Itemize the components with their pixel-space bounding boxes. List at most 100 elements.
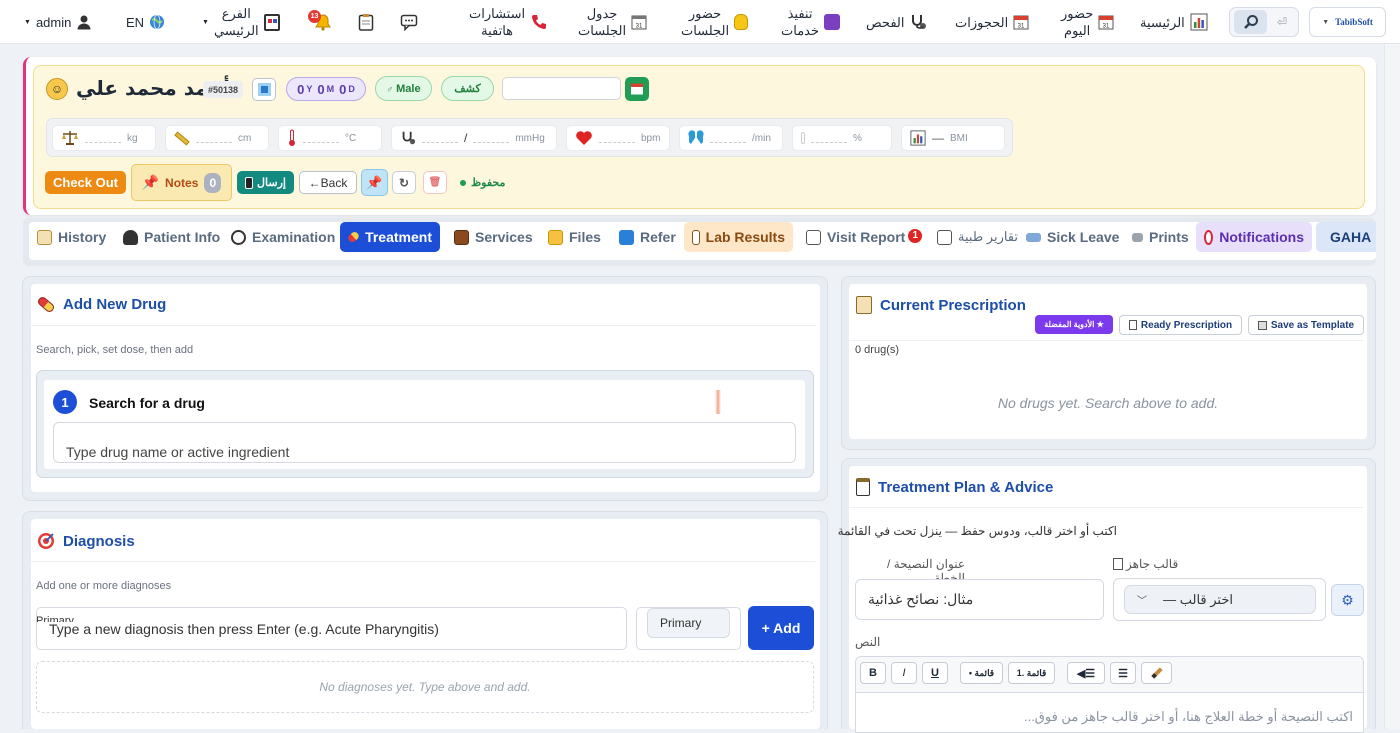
template-settings-button[interactable]: ⚙	[1331, 584, 1364, 616]
underline-button[interactable]: U	[922, 662, 948, 684]
sidebar-toggle-icon[interactable]: ⏎	[1272, 12, 1292, 32]
diagnosis-type-select[interactable]: Primary	[647, 608, 730, 638]
top-navbar: ▼ TabibSoft ⏎ الرئيسية حضور اليوم 31 الحج…	[0, 0, 1400, 44]
clear-format-button[interactable]	[1141, 662, 1172, 684]
refresh-button[interactable]: ↻	[392, 171, 416, 194]
nav-session-attendance[interactable]: حضور الجلسات	[681, 0, 749, 44]
tab-gaha[interactable]: GAHA	[1316, 222, 1376, 252]
tab-services[interactable]: Services	[446, 222, 541, 252]
numbered-list-button[interactable]: 1. قائمة	[1008, 662, 1055, 684]
tab-files[interactable]: Files	[540, 222, 609, 252]
search-button[interactable]	[1234, 10, 1267, 34]
tab-notifications[interactable]: Notifications	[1196, 222, 1312, 252]
calendar-button[interactable]	[625, 77, 649, 101]
nav-bookings[interactable]: الحجوزات 31	[955, 0, 1029, 44]
heart-icon	[576, 131, 592, 145]
template-select-value: — اختر قالب	[1163, 591, 1233, 607]
page-scrollbar[interactable]	[1384, 44, 1400, 729]
vital-respiration[interactable]: /min	[679, 125, 783, 151]
diagnosis-input[interactable]: Type a new diagnosis then press Enter (e…	[36, 607, 627, 650]
tab-refer-label: Refer	[640, 229, 676, 245]
diagnosis-title: Diagnosis	[37, 532, 135, 550]
nav-home[interactable]: الرئيسية	[1140, 0, 1208, 44]
back-button[interactable]: ←Back	[299, 171, 357, 194]
tab-lab-results[interactable]: Lab Results	[684, 222, 793, 252]
nav-services-exec[interactable]: تنفيذ خدمات	[781, 0, 841, 44]
gear-icon: ⚙	[1341, 591, 1354, 608]
nav-today-attendance[interactable]: حضور اليوم 31	[1061, 0, 1114, 44]
tab-patient-info-label: Patient Info	[144, 229, 221, 245]
vital-bmi: — BMI	[901, 125, 1005, 151]
folder-icon	[548, 229, 563, 245]
language-selector[interactable]: EN	[126, 0, 165, 44]
nav-sa-line1: حضور	[688, 6, 722, 21]
vital-height[interactable]: cm	[165, 125, 269, 151]
advice-title-input[interactable]: مثال: نصائح غذائية	[855, 579, 1104, 620]
brand-logo[interactable]: ▼ TabibSoft	[1309, 7, 1386, 37]
plan-hint: اكتب أو اختر قالب، ودوس حفظ — ينزل تحت ف…	[837, 524, 1117, 538]
template-select[interactable]: ﹀ — اختر قالب	[1124, 585, 1316, 614]
pin-icon: 📌	[366, 174, 383, 190]
align-button[interactable]: ☰	[1110, 662, 1136, 684]
tab-prints[interactable]: Prints	[1124, 222, 1197, 252]
bp-unit: mmHg	[515, 132, 545, 144]
tab-medical-reports[interactable]: تقارير طبية	[929, 222, 1026, 252]
tab-sick-leave[interactable]: Sick Leave	[1018, 222, 1127, 252]
bold-button[interactable]: B	[860, 662, 886, 684]
tab-history[interactable]: History	[29, 222, 114, 252]
age-days: 0	[339, 81, 347, 97]
nav-sessions-schedule[interactable]: جدول الجلسات 31	[578, 0, 647, 44]
nav-services-line1: تنفيذ	[787, 6, 813, 21]
tab-refer[interactable]: Refer	[611, 222, 684, 252]
vital-blood-pressure[interactable]: / mmHg	[391, 125, 557, 151]
lungs-icon	[688, 130, 704, 144]
tab-patient-info[interactable]: Patient Info	[115, 222, 228, 252]
save-template-button[interactable]: Save as Template	[1248, 315, 1364, 335]
vital-spo2[interactable]: %	[792, 125, 892, 151]
tab-treatment[interactable]: Treatment	[340, 222, 440, 252]
status-dot-icon	[460, 179, 466, 186]
pin-icon: 📌	[141, 174, 160, 190]
clipboard-button[interactable]	[358, 0, 374, 44]
services-icon	[824, 14, 841, 30]
patient-avatar-icon: ☺	[46, 78, 68, 100]
vital-temperature[interactable]: °C	[278, 125, 382, 151]
drug-search-input[interactable]: Type drug name or active ingredient	[53, 422, 796, 463]
tab-treatment-label: Treatment	[365, 229, 432, 245]
italic-button[interactable]: I	[891, 662, 917, 684]
align-center-icon: ☰	[1118, 667, 1128, 680]
nav-exams[interactable]: الفحص	[866, 0, 927, 44]
checkout-button[interactable]: Check Out	[45, 171, 126, 194]
pin-button[interactable]: 📌	[361, 169, 388, 196]
qr-icon	[257, 83, 271, 96]
tab-gaha-label: GAHA	[1330, 229, 1372, 245]
calendar-icon: 31	[631, 15, 647, 30]
favorite-drugs-button[interactable]: الأدوية المفضلة ★	[1035, 315, 1113, 334]
bullet-list-button[interactable]: • قائمة	[960, 662, 1003, 684]
delete-button[interactable]: 🗑	[423, 171, 447, 194]
advice-editor[interactable]: اكتب النصيحة أو خطة العلاج هنا، أو اختر …	[855, 693, 1364, 733]
rtl-button[interactable]: ◀☰	[1067, 662, 1105, 684]
nav-phone-consult[interactable]: استشارات هاتفية	[469, 0, 548, 44]
patient-qr-button[interactable]	[252, 78, 276, 101]
target-icon	[38, 533, 54, 549]
age-badge: 0Y 0M 0D	[286, 77, 366, 101]
chat-icon	[400, 14, 418, 31]
visit-type-badge[interactable]: كشف	[441, 76, 494, 101]
send-button[interactable]: إرسال	[237, 171, 294, 194]
ready-prescription-button[interactable]: Ready Prescription	[1119, 315, 1242, 335]
tab-examination[interactable]: Examination	[223, 222, 343, 252]
nav-pc-line2: هاتفية	[481, 23, 514, 38]
diagnosis-type-value: Primary	[660, 616, 702, 630]
tab-visit-report[interactable]: Visit Report 1	[798, 222, 930, 252]
add-diagnosis-button[interactable]: + Add	[748, 606, 814, 650]
drug-count: 0 drug(s)	[855, 344, 900, 356]
vital-pulse[interactable]: bpm	[566, 125, 670, 151]
visit-date-input[interactable]	[502, 77, 621, 100]
user-menu[interactable]: ▼ admin	[24, 0, 92, 44]
notes-button[interactable]: 📌 Notes 0	[131, 164, 232, 201]
chat-button[interactable]	[400, 0, 418, 44]
vital-weight[interactable]: kg	[52, 125, 156, 151]
notes-count-badge: 0	[204, 172, 222, 193]
branch-selector[interactable]: ▼ الفرع الرئيسي	[202, 0, 280, 44]
